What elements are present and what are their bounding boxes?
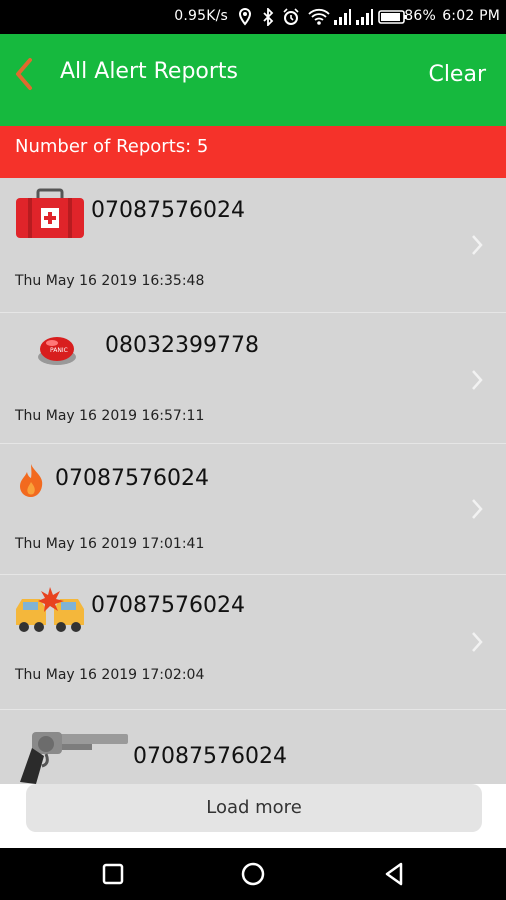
report-phone: 07087576024 — [133, 744, 287, 769]
report-phone: 07087576024 — [91, 198, 245, 223]
location-icon — [238, 8, 252, 26]
status-icons — [238, 8, 410, 26]
car-crash-icon — [16, 587, 84, 632]
battery-percent: 86% — [404, 8, 436, 24]
first-aid-kit-icon — [16, 188, 84, 238]
list-item[interactable]: 07087576024 Thu May 16 2019 17:01:41 — [0, 444, 506, 575]
triangle-back-icon[interactable] — [382, 862, 406, 886]
network-speed: 0.95K/s — [174, 8, 228, 24]
report-time: Thu May 16 2019 17:02:04 — [15, 667, 205, 683]
chevron-right-icon[interactable] — [470, 369, 484, 391]
svg-text:PANIC: PANIC — [50, 347, 68, 354]
report-count: Number of Reports: 5 — [15, 136, 209, 157]
load-more-area: Load more — [0, 784, 506, 848]
clear-button[interactable]: Clear — [428, 62, 486, 87]
bluetooth-icon — [263, 8, 274, 26]
chevron-right-icon[interactable] — [470, 498, 484, 520]
chevron-left-icon[interactable] — [8, 54, 44, 94]
signal-icon-2 — [356, 9, 373, 25]
fire-icon — [20, 464, 43, 497]
status-bar: 0.95K/s 86% 6:02 PM — [0, 0, 506, 34]
chevron-right-icon[interactable] — [470, 631, 484, 653]
revolver-icon — [20, 732, 128, 784]
app-bar: All Alert Reports Clear — [0, 34, 506, 126]
report-time: Thu May 16 2019 16:35:48 — [15, 273, 205, 289]
list-item[interactable]: 07087576024 Thu May 16 2019 16:35:48 — [0, 178, 506, 313]
report-phone: 07087576024 — [55, 466, 209, 491]
signal-icon — [334, 9, 351, 25]
list-item[interactable]: PANIC 08032399778 Thu May 16 2019 16:57:… — [0, 313, 506, 444]
report-phone: 07087576024 — [91, 593, 245, 618]
report-time: Thu May 16 2019 17:01:41 — [15, 536, 205, 552]
load-more-button[interactable]: Load more — [26, 784, 482, 832]
wifi-icon — [308, 8, 330, 25]
system-nav-bar — [0, 848, 506, 900]
report-count-bar: Number of Reports: 5 — [0, 126, 506, 178]
alarm-icon — [283, 8, 299, 25]
panic-button-icon: PANIC — [38, 337, 76, 365]
status-bar-text: 0.95K/s 86% 6:02 PM — [174, 8, 500, 24]
chevron-right-icon[interactable] — [470, 234, 484, 256]
report-time: Thu May 16 2019 16:57:11 — [15, 408, 205, 424]
square-icon[interactable] — [101, 862, 125, 886]
list-item[interactable]: 07087576024 Thu May 16 2019 17:02:04 — [0, 575, 506, 710]
report-list[interactable]: 07087576024 Thu May 16 2019 16:35:48 PAN… — [0, 178, 506, 784]
list-item[interactable]: 07087576024 — [0, 710, 506, 784]
circle-icon[interactable] — [241, 862, 265, 886]
page-title: All Alert Reports — [60, 59, 239, 84]
report-phone: 08032399778 — [105, 333, 259, 358]
clock: 6:02 PM — [442, 8, 500, 24]
